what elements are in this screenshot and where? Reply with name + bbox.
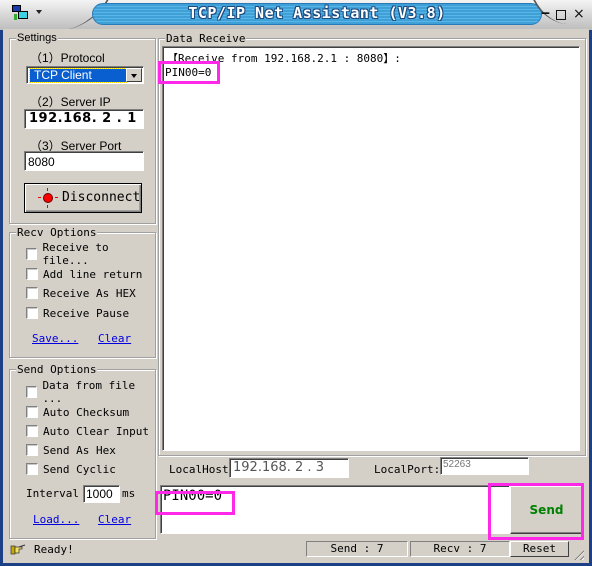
status-ready-text: Ready! <box>34 543 74 556</box>
send-clear-link[interactable]: Clear <box>98 513 131 526</box>
checkbox-box[interactable] <box>26 425 38 437</box>
checkbox-box[interactable] <box>26 307 38 319</box>
localport-label: LocalPort: <box>374 463 441 476</box>
system-menu-arrow-icon[interactable] <box>36 10 42 14</box>
send-cyclic-checkbox[interactable]: Send Cyclic <box>26 462 116 476</box>
server-port-input[interactable]: 8080 <box>24 151 144 171</box>
pointing-hand-icon <box>10 543 26 555</box>
localhost-label: LocalHost: <box>169 463 236 476</box>
receive-as-hex-checkbox[interactable]: Receive As HEX <box>26 286 136 300</box>
checkbox-box[interactable] <box>26 248 38 260</box>
localhost-input[interactable]: 192.168. 2 . 3 <box>229 458 349 478</box>
reset-button[interactable]: Reset <box>510 541 569 557</box>
checkbox-label: Add line return <box>43 267 143 281</box>
close-icon[interactable]: × <box>573 7 585 21</box>
data-from-file-checkbox[interactable]: Data from file ... <box>26 379 155 405</box>
checkbox-box[interactable] <box>26 406 38 418</box>
checkbox-box[interactable] <box>26 444 38 456</box>
receive-pause-checkbox[interactable]: Receive Pause <box>26 306 129 320</box>
recv-clear-link[interactable]: Clear <box>98 332 131 345</box>
title-bar[interactable]: TCP/IP Net Assistant (V3.8) ‒ × <box>0 0 592 30</box>
settings-group: Settings （1）Protocol TCP Client （2）Serve… <box>9 32 156 224</box>
recv-count-pane: Recv : 7 <box>410 541 510 557</box>
save-link[interactable]: Save... <box>32 332 78 345</box>
data-receive-group: Data Receive 【Receive from 192.168.2.1 :… <box>158 32 586 456</box>
checkbox-label: Receive Pause <box>43 306 130 320</box>
checkbox-box[interactable] <box>26 386 38 398</box>
server-ip-input[interactable]: 192.168. 2 . 1 <box>24 109 144 129</box>
send-as-hex-checkbox[interactable]: Send As Hex <box>26 443 116 457</box>
checkbox-label: Send Cyclic <box>43 462 116 476</box>
checkbox-label: Data from file ... <box>42 379 136 405</box>
connection-status-led-icon <box>38 188 58 208</box>
auto-checksum-checkbox[interactable]: Auto Checksum <box>26 405 129 419</box>
checkbox-box[interactable] <box>26 463 38 475</box>
receive-textarea[interactable]: 【Receive from 192.168.2.1 : 8080】: PIN00… <box>162 46 580 451</box>
interval-label: Interval <box>26 487 79 500</box>
receive-to-file-checkbox[interactable]: Receive to file... <box>26 241 155 267</box>
checkbox-label: Auto Checksum <box>43 405 130 419</box>
protocol-selected-value: TCP Client <box>29 68 127 83</box>
chevron-down-icon[interactable] <box>126 68 142 82</box>
protocol-label: （1）Protocol <box>30 51 105 65</box>
settings-group-label: Settings <box>16 32 58 45</box>
send-count-pane: Send : 7 <box>306 541 408 557</box>
interval-unit: ms <box>122 487 136 500</box>
checkbox-box[interactable] <box>26 287 38 299</box>
window-title: TCP/IP Net Assistant (V3.8) <box>188 4 446 22</box>
maximize-icon[interactable] <box>556 10 566 20</box>
recv-options-label: Recv Options <box>16 226 98 239</box>
app-window: TCP/IP Net Assistant (V3.8) ‒ × Settings… <box>0 0 592 566</box>
highlight-box-received <box>158 61 220 84</box>
load-link[interactable]: Load... <box>33 513 79 526</box>
interval-input[interactable]: 1000 <box>83 485 120 503</box>
protocol-select[interactable]: TCP Client <box>26 66 144 84</box>
disconnect-button[interactable]: Disconnect <box>24 183 142 213</box>
app-icon[interactable] <box>12 5 28 21</box>
localport-input[interactable]: 52263 <box>440 457 529 475</box>
add-line-return-checkbox[interactable]: Add line return <box>26 267 142 281</box>
data-receive-label: Data Receive <box>165 32 247 45</box>
minimize-icon[interactable]: ‒ <box>541 7 550 20</box>
server-ip-label: （2）Server IP <box>30 95 111 109</box>
send-options-label: Send Options <box>16 363 98 376</box>
highlight-box-send-input <box>155 491 235 515</box>
disconnect-button-label: Disconnect <box>62 190 141 205</box>
checkbox-label: Auto Clear Input <box>43 424 149 438</box>
highlight-box-send-button <box>488 483 584 540</box>
checkbox-box[interactable] <box>26 268 38 280</box>
auto-clear-input-checkbox[interactable]: Auto Clear Input <box>26 424 149 438</box>
checkbox-label: Send As Hex <box>43 443 116 457</box>
checkbox-label: Receive As HEX <box>43 286 136 300</box>
checkbox-label: Receive to file... <box>42 241 109 267</box>
send-options-group: Send Options Data from file ... Auto Che… <box>9 363 156 539</box>
recv-options-group: Recv Options Receive to file... Add line… <box>9 226 156 358</box>
